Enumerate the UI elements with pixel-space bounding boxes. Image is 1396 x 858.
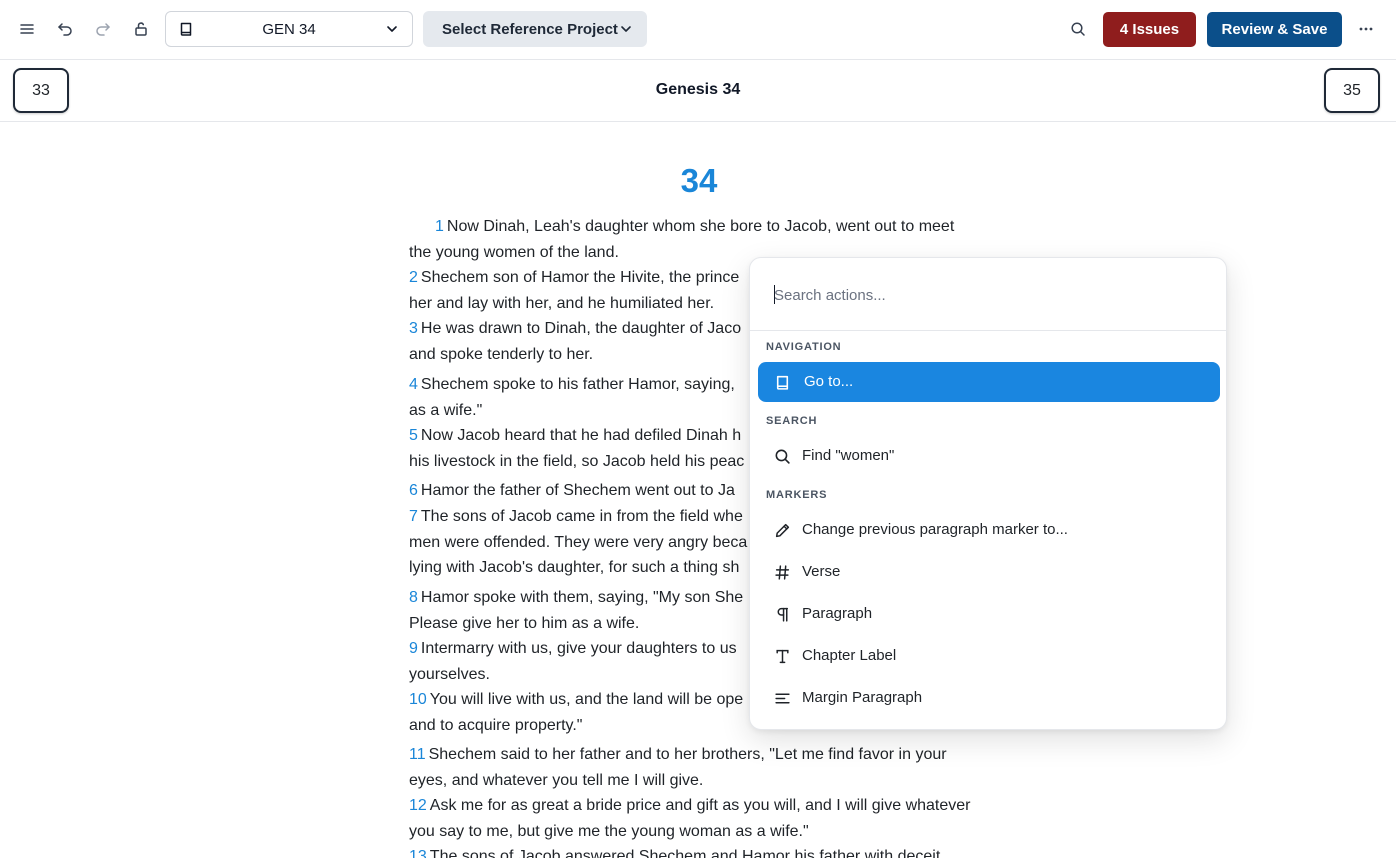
search-actions-input[interactable] — [774, 284, 1194, 306]
type-icon — [774, 648, 791, 665]
verse-paragraph[interactable]: 12 Ask me for as great a bride price and … — [409, 793, 994, 844]
verse-number: 2 — [409, 269, 418, 286]
verse-text: Hamor spoke with them, saying, "My son S… — [420, 589, 744, 606]
verse-number: 13 — [409, 848, 427, 858]
verse-text: Hamor the father of Shechem went out to … — [420, 482, 735, 499]
text-caret — [774, 285, 775, 304]
command-palette: NAVIGATION Go to... SEARCH Find "women" … — [749, 257, 1227, 730]
verse-text-cont: and spoke tenderly to her. — [409, 345, 594, 363]
margin-paragraph-marker-label: Margin Paragraph — [802, 689, 923, 706]
verse-text-cont: her and lay with her, and he humiliated … — [409, 294, 715, 312]
issues-button[interactable]: 4 Issues — [1103, 12, 1196, 47]
chevron-down-icon — [387, 26, 397, 32]
paragraph-marker-action[interactable]: Paragraph — [758, 594, 1220, 634]
goto-label: Go to... — [804, 373, 854, 390]
search-icon — [774, 448, 791, 465]
book-chapter-selector[interactable]: GEN 34 — [165, 11, 413, 47]
verse-number: 7 — [409, 508, 418, 525]
verse-text-cont: his livestock in the field, so Jacob hel… — [409, 452, 745, 470]
verse-text: Ask me for as great a bride price and gi… — [429, 797, 971, 814]
pilcrow-icon — [774, 606, 791, 623]
hash-icon — [774, 564, 791, 581]
group-label-navigation: NAVIGATION — [766, 341, 842, 353]
verse-text-cont: men were offended. They were very angry … — [409, 533, 748, 551]
verse-number: 9 — [409, 640, 418, 657]
unlock-icon[interactable] — [127, 14, 155, 44]
find-label: Find "women" — [802, 447, 895, 464]
group-label-markers: MARKERS — [766, 489, 828, 501]
verse-text: Now Jacob heard that he had defiled Dina… — [420, 427, 742, 444]
goto-action[interactable]: Go to... — [758, 362, 1220, 402]
select-reference-project-button[interactable]: Select Reference Project — [423, 11, 647, 47]
verse-text: The sons of Jacob answered Shechem and H… — [429, 848, 941, 858]
review-save-button[interactable]: Review & Save — [1207, 12, 1342, 47]
book-reference: GEN 34 — [262, 21, 316, 38]
more-options-icon[interactable] — [1352, 14, 1380, 44]
verse-text: Shechem said to her father and to her br… — [428, 746, 947, 763]
palette-search-bar — [750, 258, 1226, 331]
verse-paragraph[interactable]: 13 The sons of Jacob answered Shechem and… — [409, 844, 994, 858]
margin-paragraph-marker-action[interactable]: Margin Paragraph — [758, 678, 1220, 718]
verse-paragraph[interactable]: 11 Shechem said to her father and to her … — [409, 742, 994, 793]
verse-text: Shechem son of Hamor the Hivite, the pri… — [420, 269, 740, 286]
verse-number: 11 — [409, 746, 426, 763]
verse-text-cont: lying with Jacob's daughter, for such a … — [409, 559, 740, 576]
verse-text-cont: the young women of the land. — [409, 243, 619, 261]
verse-text-cont: eyes, and whatever you tell me I will gi… — [409, 771, 704, 789]
redo-icon[interactable] — [89, 14, 117, 44]
find-action[interactable]: Find "women" — [758, 436, 1220, 476]
undo-icon[interactable] — [51, 14, 79, 44]
chapter-number: 34 — [680, 162, 718, 199]
verse-text: He was drawn to Dinah, the daughter of J… — [420, 320, 742, 337]
chapter-label-marker-action[interactable]: Chapter Label — [758, 636, 1220, 676]
verse-number: 3 — [409, 320, 418, 337]
verse-text-cont: yourselves. — [409, 665, 490, 683]
paragraph-marker-label: Paragraph — [802, 605, 873, 622]
verse-text: Now Dinah, Leah's daughter whom she bore… — [446, 218, 955, 235]
verse-text: You will live with us, and the land will… — [429, 691, 744, 708]
verse-number: 4 — [409, 376, 418, 393]
change-marker-label: Change previous paragraph marker to... — [802, 521, 1068, 538]
verse-number: 10 — [409, 691, 427, 708]
search-icon[interactable] — [1064, 14, 1092, 44]
group-label-search: SEARCH — [766, 415, 818, 427]
verse-text: The sons of Jacob came in from the field… — [420, 508, 743, 525]
verse-number: 12 — [409, 797, 427, 814]
menu-icon[interactable] — [13, 14, 41, 44]
verse-text-cont: Please give her to him as a wife. — [409, 614, 640, 632]
verse-number: 1 — [435, 218, 444, 235]
next-chapter-button[interactable]: 35 — [1324, 68, 1380, 113]
verse-number: 8 — [409, 589, 418, 606]
book-icon — [774, 374, 791, 391]
align-left-icon — [774, 690, 791, 707]
verse-marker-action[interactable]: Verse — [758, 552, 1220, 592]
chevron-down-icon — [621, 26, 631, 32]
reference-project-label: Select Reference Project — [442, 20, 618, 38]
verse-number: 5 — [409, 427, 418, 444]
chapter-navigation: 33 Genesis 34 35 — [0, 60, 1396, 122]
verse-text: Intermarry with us, give your daughters … — [420, 640, 737, 657]
verse-text-cont: and to acquire property." — [409, 716, 583, 734]
verse-number: 6 — [409, 482, 418, 499]
pencil-icon — [774, 522, 791, 539]
verse-marker-label: Verse — [802, 563, 841, 580]
verse-text-cont: as a wife." — [409, 401, 483, 419]
verse-text: Shechem spoke to his father Hamor, sayin… — [420, 376, 735, 393]
verse-text-cont: you say to me, but give me the young wom… — [409, 822, 809, 840]
chapter-title: Genesis 34 — [655, 81, 741, 98]
change-marker-action[interactable]: Change previous paragraph marker to... — [758, 510, 1220, 550]
chapter-label-marker-label: Chapter Label — [802, 647, 897, 664]
top-toolbar: GEN 34 Select Reference Project 4 Issues… — [0, 0, 1396, 60]
